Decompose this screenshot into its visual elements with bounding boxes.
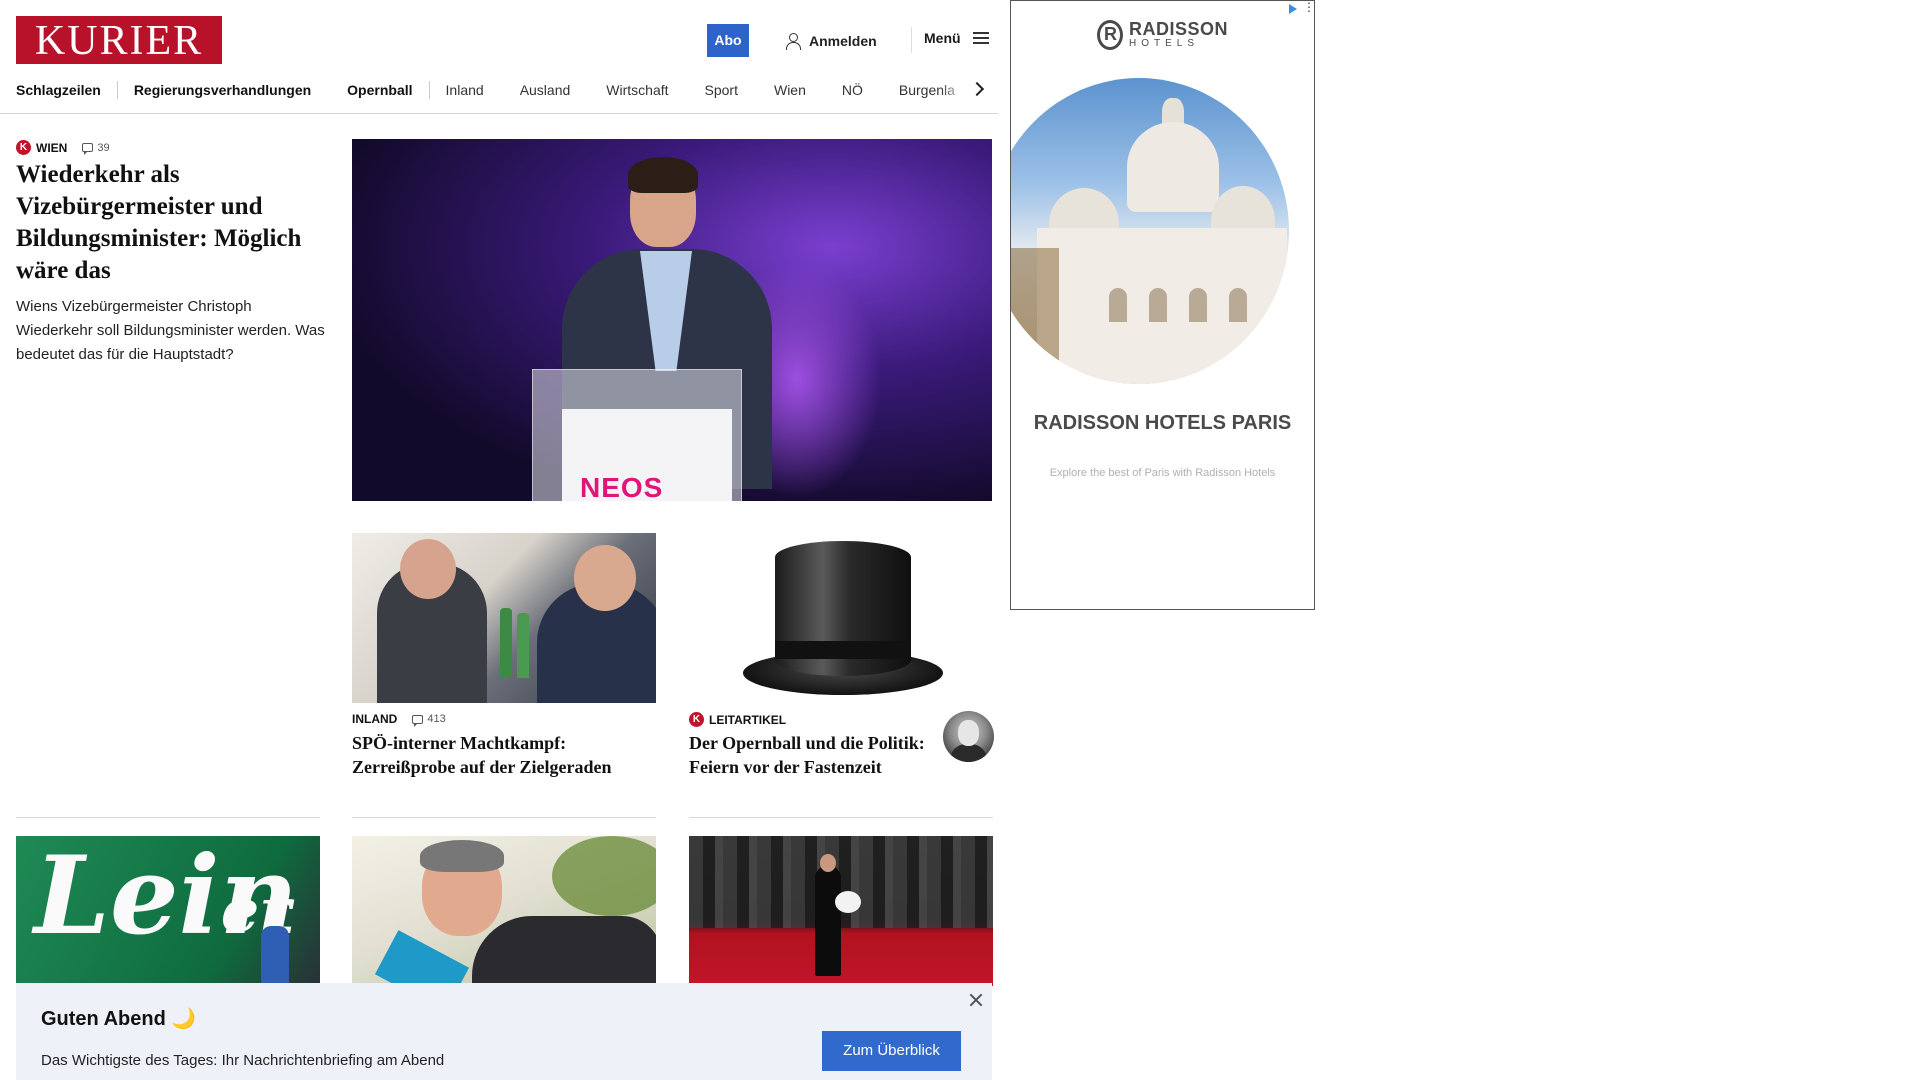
abo-button[interactable]: Abo xyxy=(707,24,749,57)
banner-text: Das Wichtigste des Tages: Ihr Nachrichte… xyxy=(41,1052,445,1069)
header-divider xyxy=(0,113,998,114)
nav-item-ausland[interactable]: Ausland xyxy=(520,82,571,98)
comment-count: 413 xyxy=(427,713,446,725)
nav-item-schlagzeilen[interactable]: Schlagzeilen xyxy=(16,82,101,98)
woman-dress xyxy=(815,866,841,976)
card-category[interactable]: LEITARTIKEL xyxy=(709,713,786,727)
person-hair xyxy=(420,840,504,872)
blue-folder xyxy=(374,930,470,986)
nav-scroll-right-icon[interactable] xyxy=(970,79,986,99)
woman-head xyxy=(820,854,836,872)
plant xyxy=(552,836,656,916)
kurier-badge-icon: K xyxy=(16,140,31,155)
ad-choices-icon[interactable] xyxy=(1287,3,1299,15)
card-category[interactable]: INLAND xyxy=(352,712,397,726)
avatar-body xyxy=(950,744,987,762)
nav-item-sport[interactable]: Sport xyxy=(705,82,738,98)
radisson-logo: RADISSON HOTELS xyxy=(1097,20,1228,50)
banner-title: Guten Abend 🌙 xyxy=(41,1008,197,1030)
author-avatar[interactable] xyxy=(943,711,994,762)
menu-label: Menü xyxy=(924,30,961,46)
person-right-head xyxy=(574,545,636,611)
ad-brand-sub: HOTELS xyxy=(1129,38,1200,49)
ad-brand: RADISSON xyxy=(1129,19,1229,39)
card-meta-spo: INLAND 413 xyxy=(352,712,446,727)
radisson-logo-icon xyxy=(1097,20,1123,50)
card-comment-count[interactable]: 413 xyxy=(412,713,446,727)
card-image-politician[interactable] xyxy=(352,836,656,986)
menu-divider xyxy=(911,27,912,53)
bottle xyxy=(517,613,529,678)
comment-count: 39 xyxy=(97,141,110,154)
person-suit xyxy=(472,916,656,986)
arch xyxy=(1229,288,1247,322)
site-header: KURIER Abo Anmelden Menü Schlagzeilen Re… xyxy=(0,0,1000,115)
row-divider xyxy=(16,817,320,818)
card-image-spo[interactable] xyxy=(352,533,656,703)
ad-menu-icon[interactable]: ⋮ xyxy=(1303,1,1314,13)
hamburger-icon xyxy=(972,31,989,45)
photographers-crowd xyxy=(689,836,993,928)
lead-comment-count[interactable]: 39 xyxy=(82,141,110,155)
kurier-logo[interactable]: KURIER xyxy=(16,16,222,64)
nav-item-wien[interactable]: Wien xyxy=(774,82,806,98)
lead-category[interactable]: WIEN xyxy=(36,141,67,155)
comment-icon xyxy=(82,143,94,155)
dress-ruffle xyxy=(835,891,861,913)
arch xyxy=(1109,288,1127,322)
nav-divider xyxy=(428,81,430,99)
close-icon[interactable] xyxy=(967,991,985,1009)
nav-item-noe[interactable]: NÖ xyxy=(842,82,863,98)
main-dome xyxy=(1127,122,1219,212)
person-left-head xyxy=(400,539,456,599)
card-image-leiner[interactable]: Lein er xyxy=(16,836,320,986)
tree xyxy=(1011,248,1059,384)
card-headline-opernball[interactable]: Der Opernball und die Politik: Feiern vo… xyxy=(689,731,939,779)
card-image-red-carpet[interactable] xyxy=(689,836,993,986)
hat-band xyxy=(775,641,911,659)
card-headline-spo[interactable]: SPÖ-interner Machtkampf: Zerreißprobe au… xyxy=(352,731,656,779)
ad-subtitle: Explore the best of Paris with Radisson … xyxy=(1049,467,1276,479)
nav-item-regierungsverhandlungen[interactable]: Regierungsverhandlungen xyxy=(134,82,311,98)
bottle xyxy=(500,608,512,678)
evening-briefing-banner: Guten Abend 🌙 Das Wichtigste des Tages: … xyxy=(16,983,992,1080)
lead-meta: K WIEN 39 xyxy=(16,140,110,155)
row-divider xyxy=(352,817,656,818)
kurier-badge-icon: K xyxy=(689,712,704,727)
login-label: Anmelden xyxy=(809,33,877,49)
radisson-ad[interactable]: ⋮ RADISSON HOTELS RADISSON HOTELS PARIS … xyxy=(1010,0,1315,610)
section-nav: Schlagzeilen Regierungsverhandlungen Ope… xyxy=(16,78,991,102)
card-image-top-hat[interactable] xyxy=(689,533,993,703)
overview-button[interactable]: Zum Überblick xyxy=(822,1031,961,1071)
speaker-hair xyxy=(628,157,698,193)
lead-teaser[interactable]: Wiens Vizebürgermeister Christoph Wieder… xyxy=(16,295,326,367)
login-link[interactable]: Anmelden xyxy=(785,30,877,52)
sacre-coeur-image xyxy=(1011,78,1289,384)
comment-icon xyxy=(412,714,424,727)
user-icon xyxy=(785,32,801,50)
avatar-face xyxy=(958,720,979,746)
row-divider xyxy=(689,817,993,818)
podium-logo: NEOS xyxy=(580,472,664,501)
worker xyxy=(261,926,289,986)
lead-image[interactable]: NEOS xyxy=(352,139,992,501)
nav-divider xyxy=(116,81,118,99)
card-meta-leitartikel: K LEITARTIKEL xyxy=(689,712,786,727)
ad-title: RADISSON HOTELS PARIS xyxy=(1033,412,1292,434)
arch xyxy=(1189,288,1207,322)
nav-item-wirtschaft[interactable]: Wirtschaft xyxy=(606,82,668,98)
lead-headline[interactable]: Wiederkehr als Vizebürgermeister und Bil… xyxy=(16,159,316,287)
menu-button[interactable]: Menü xyxy=(924,30,989,46)
nav-item-opernball[interactable]: Opernball xyxy=(347,82,412,98)
nav-item-inland[interactable]: Inland xyxy=(446,82,484,98)
arch xyxy=(1149,288,1167,322)
